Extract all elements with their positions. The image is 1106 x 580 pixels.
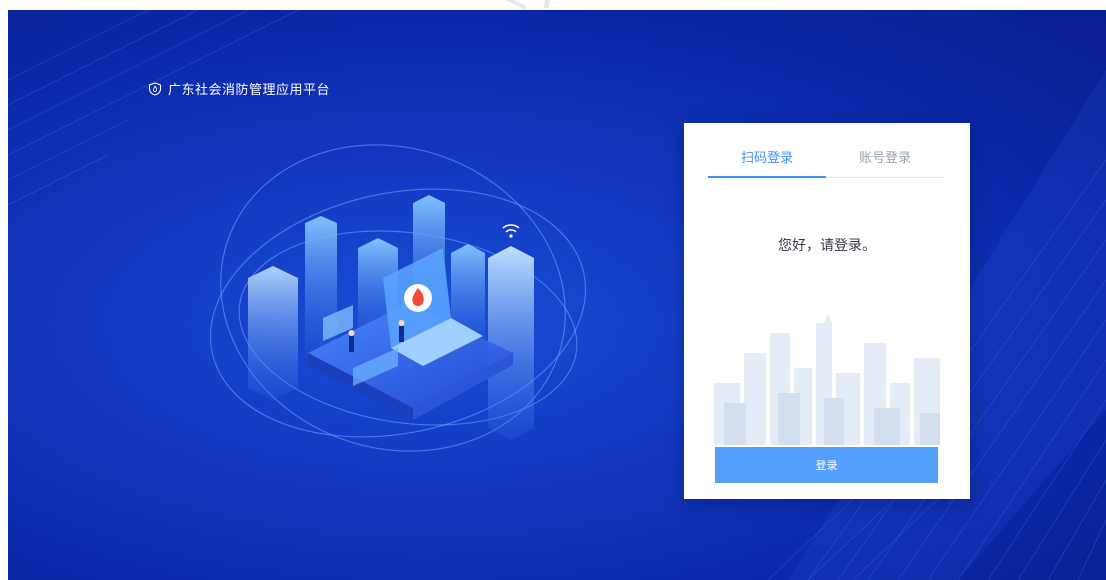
smart-city-illustration (209, 144, 587, 452)
login-button[interactable]: 登录 (715, 447, 938, 483)
tab-qr-login[interactable]: 扫码登录 (708, 123, 826, 178)
login-card: 扫码登录 账号登录 您好，请登录。 登录 (684, 123, 970, 499)
top-strip (0, 0, 1106, 10)
login-screen: 广东社会消防管理应用平台 扫码登录 账号登录 您好，请登录。 登录 (8, 10, 1106, 580)
shield-icon (148, 81, 162, 96)
city-skyline-illustration (714, 313, 940, 445)
brand: 广东社会消防管理应用平台 (148, 79, 330, 98)
tab-account-login[interactable]: 账号登录 (826, 123, 944, 177)
watermark-fragment (505, 0, 551, 10)
greeting-text: 您好，请登录。 (778, 238, 876, 254)
login-tabs: 扫码登录 账号登录 (708, 123, 944, 178)
brand-title: 广东社会消防管理应用平台 (168, 83, 331, 98)
